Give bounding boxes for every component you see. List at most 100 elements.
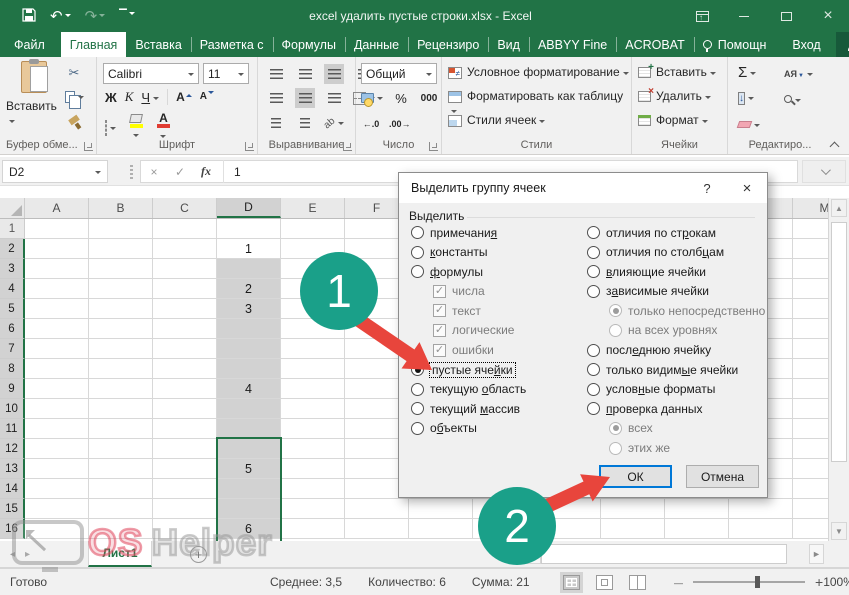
alignment-dialog-launcher[interactable] <box>343 142 352 151</box>
cell-C15[interactable] <box>153 499 217 519</box>
row-header-4[interactable]: 4 <box>0 279 25 299</box>
cell-M3[interactable] <box>793 259 828 279</box>
tab-formulas[interactable]: Формулы <box>273 32 345 57</box>
row-header-8[interactable]: 8 <box>0 359 25 379</box>
cancel-button[interactable]: Отмена <box>686 465 759 488</box>
scroll-up-icon[interactable]: ▲ <box>831 199 847 217</box>
cell-B4[interactable] <box>89 279 153 299</box>
cell-D14[interactable] <box>217 479 281 499</box>
tab-insert[interactable]: Вставка <box>126 32 190 57</box>
cell-E1[interactable] <box>281 219 345 239</box>
zoom-level[interactable]: 100% <box>823 575 849 589</box>
orientation-button[interactable]: ab <box>324 113 344 133</box>
increase-decimal-button[interactable]: ←.0 <box>361 114 381 134</box>
cell-D1[interactable] <box>217 219 281 239</box>
increase-indent-button[interactable] <box>295 113 315 133</box>
radio-dependents[interactable]: зависимые ячейки <box>587 284 765 299</box>
cell-D3[interactable] <box>217 259 281 279</box>
cell-B3[interactable] <box>89 259 153 279</box>
ok-button[interactable]: ОК <box>599 465 672 488</box>
cell-C1[interactable] <box>153 219 217 239</box>
cell-B10[interactable] <box>89 399 153 419</box>
cell-K15[interactable] <box>665 499 729 519</box>
paste-button[interactable]: Вставить <box>6 61 62 139</box>
page-layout-view-button[interactable] <box>596 575 613 590</box>
save-icon[interactable] <box>22 8 36 25</box>
radio-current-region[interactable]: текущую область <box>411 382 583 397</box>
cell-A1[interactable] <box>25 219 89 239</box>
cell-C11[interactable] <box>153 419 217 439</box>
column-header-C[interactable]: C <box>153 198 217 218</box>
cell-B6[interactable] <box>89 319 153 339</box>
number-format-combo[interactable]: Общий <box>361 63 437 84</box>
cell-F15[interactable] <box>345 499 409 519</box>
cell-J16[interactable] <box>601 519 665 539</box>
cell-B1[interactable] <box>89 219 153 239</box>
radio-column-differences[interactable]: отличия по столбцам <box>587 245 765 260</box>
select-all-button[interactable] <box>0 198 25 218</box>
cell-D12[interactable] <box>217 439 281 459</box>
cell-C6[interactable] <box>153 319 217 339</box>
cell-E7[interactable] <box>281 339 345 359</box>
sheet-tab[interactable]: Лист1 <box>88 541 152 567</box>
tab-file[interactable]: Файл <box>0 32 59 57</box>
conditional-formatting-button[interactable]: Условное форматирование <box>448 65 629 79</box>
row-header-13[interactable]: 13 <box>0 459 25 479</box>
percent-button[interactable]: % <box>391 88 411 108</box>
cell-M15[interactable] <box>793 499 828 519</box>
row-header-12[interactable]: 12 <box>0 439 25 459</box>
collapse-ribbon-icon[interactable] <box>831 140 839 148</box>
decrease-decimal-button[interactable]: .00→ <box>389 114 411 134</box>
sort-filter-button[interactable]: АЯ <box>784 66 813 80</box>
row-header-7[interactable]: 7 <box>0 339 25 359</box>
font-size-combo[interactable]: 11 <box>203 63 249 84</box>
align-top-button[interactable] <box>266 64 286 84</box>
radio-visible-cells-only[interactable]: только видимые ячейки <box>587 362 765 377</box>
autosum-button[interactable]: Σ <box>738 64 756 81</box>
row-header-5[interactable]: 5 <box>0 299 25 319</box>
cell-B11[interactable] <box>89 419 153 439</box>
row-header-2[interactable]: 2 <box>0 239 25 259</box>
cell-M16[interactable] <box>793 519 828 539</box>
cell-D11[interactable] <box>217 419 281 439</box>
cell-D13[interactable]: 5 <box>217 459 281 479</box>
cell-G15[interactable] <box>409 499 473 519</box>
minimize-button[interactable] <box>723 0 765 32</box>
cell-B5[interactable] <box>89 299 153 319</box>
vertical-scroll-thumb[interactable] <box>831 222 847 462</box>
format-cells-button[interactable]: Формат <box>638 113 708 127</box>
cell-B2[interactable] <box>89 239 153 259</box>
zoom-slider[interactable] <box>693 581 805 583</box>
cell-C13[interactable] <box>153 459 217 479</box>
prev-sheet-icon[interactable]: ◂ <box>10 549 15 560</box>
radio-last-cell[interactable]: последнюю ячейку <box>587 343 765 358</box>
radio-current-array[interactable]: текущий массив <box>411 401 583 416</box>
row-header-14[interactable]: 14 <box>0 479 25 499</box>
column-header-D[interactable]: D <box>217 198 281 218</box>
expand-formula-bar-button[interactable] <box>802 160 846 183</box>
grow-font-button[interactable]: А <box>176 92 192 102</box>
formula-input[interactable]: 1 <box>228 165 241 179</box>
cell-D8[interactable] <box>217 359 281 379</box>
zoom-out-icon[interactable] <box>674 575 683 589</box>
underline-button[interactable]: Ч <box>141 90 159 105</box>
horizontal-scroll-thumb[interactable] <box>541 544 787 564</box>
font-color-button[interactable]: А <box>157 113 170 142</box>
cell-A8[interactable] <box>25 359 89 379</box>
find-select-button[interactable] <box>784 92 801 106</box>
cell-M11[interactable] <box>793 419 828 439</box>
cell-M14[interactable] <box>793 479 828 499</box>
cell-E11[interactable] <box>281 419 345 439</box>
cell-E13[interactable] <box>281 459 345 479</box>
cell-A9[interactable] <box>25 379 89 399</box>
horizontal-scrollbar[interactable]: ◄ ► <box>526 544 846 564</box>
format-painter-button[interactable] <box>64 113 84 133</box>
column-header-B[interactable]: B <box>89 198 153 218</box>
cell-A5[interactable] <box>25 299 89 319</box>
cell-M10[interactable] <box>793 399 828 419</box>
cell-C10[interactable] <box>153 399 217 419</box>
column-header-A[interactable]: A <box>25 198 89 218</box>
font-name-combo[interactable]: Calibri <box>103 63 199 84</box>
zoom-in-icon[interactable] <box>815 574 823 590</box>
delete-cells-button[interactable]: Удалить <box>638 89 711 103</box>
